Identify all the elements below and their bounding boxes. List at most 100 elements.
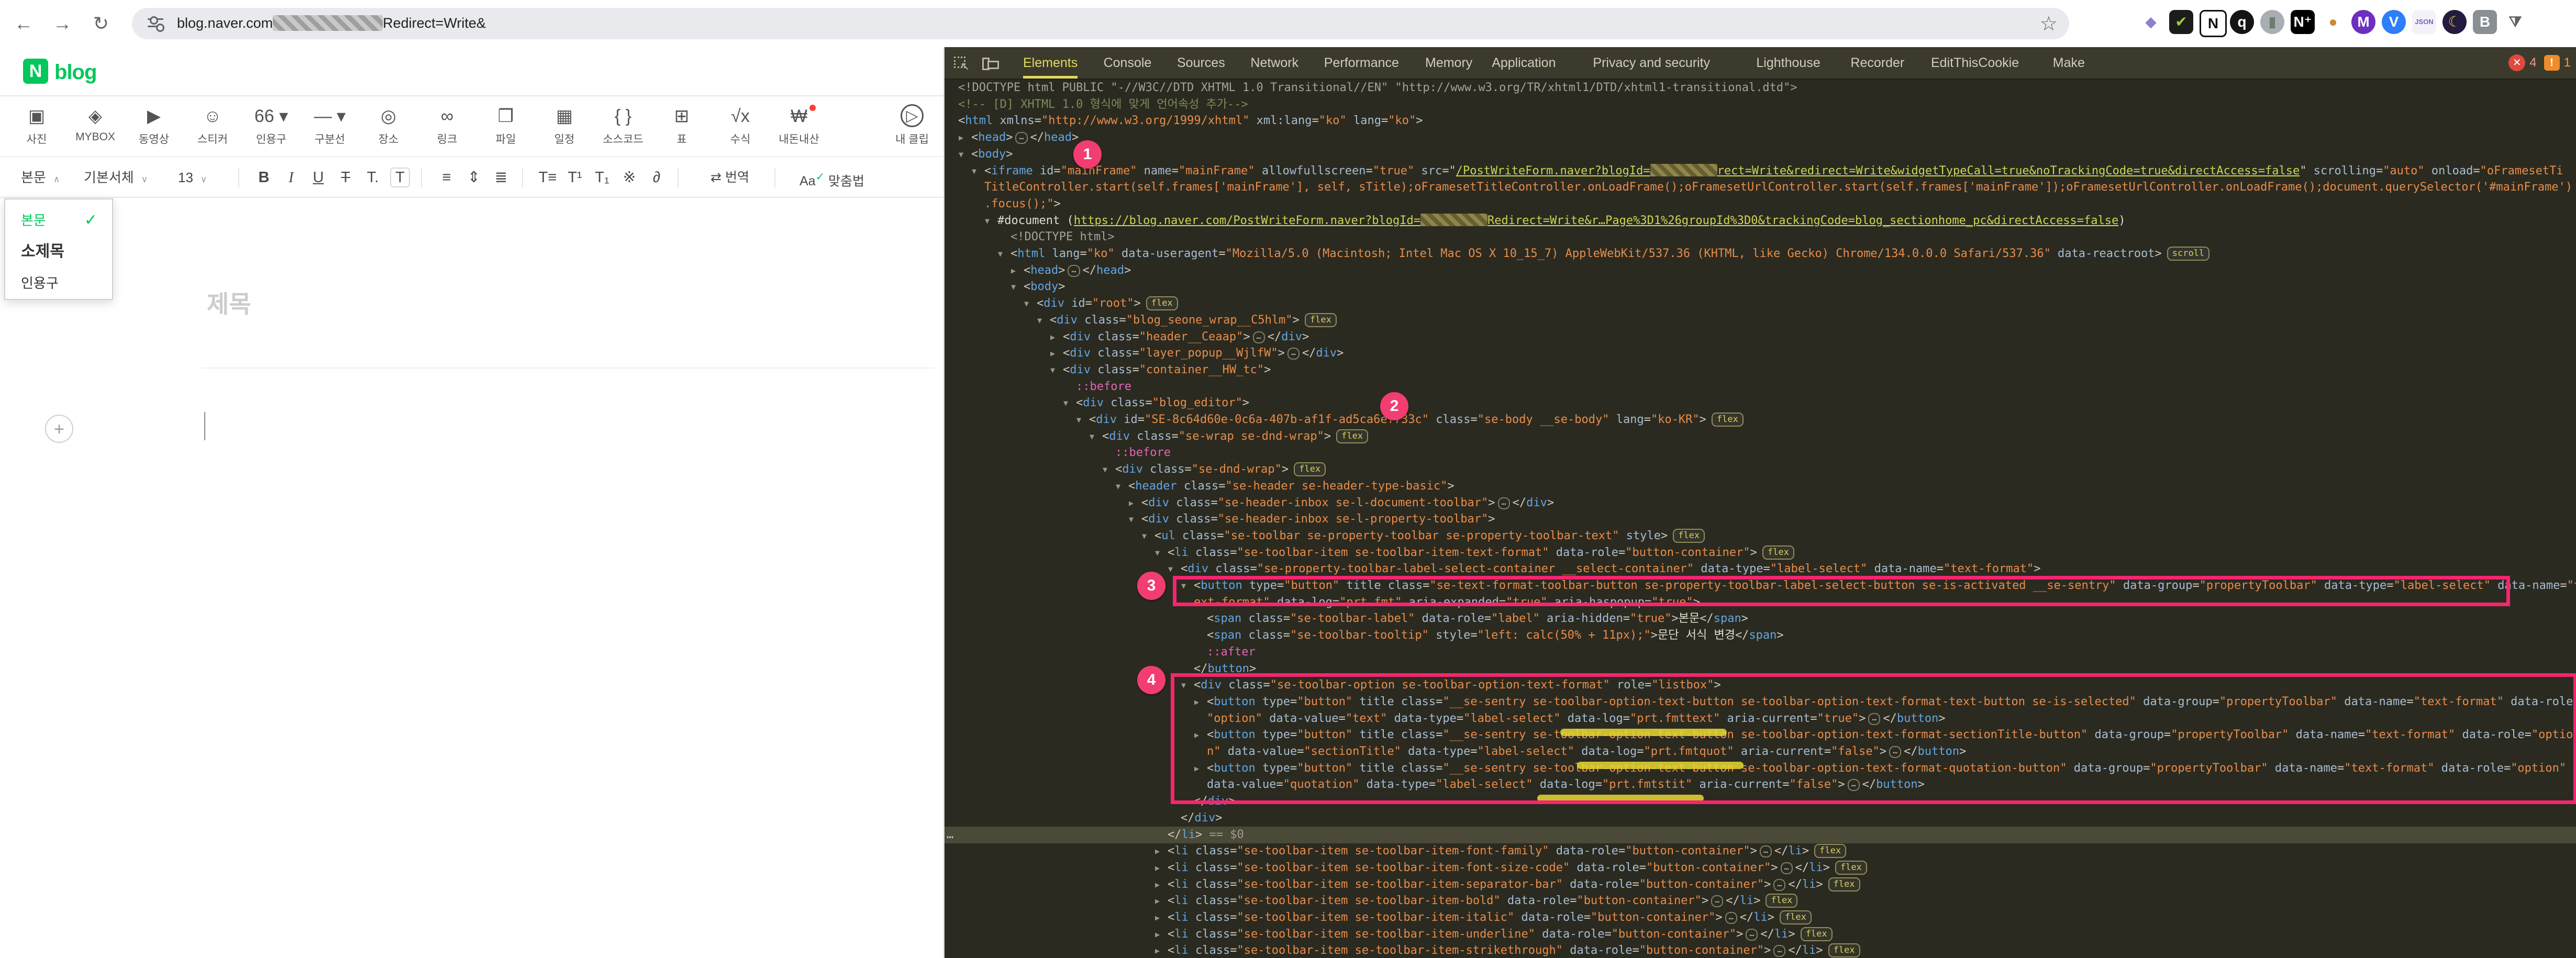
moon-extension-icon[interactable]: ☾ (2442, 10, 2467, 34)
expand-closed-icon[interactable]: ▶ (1155, 942, 1160, 958)
dom-node-line[interactable]: ▼ <body> (945, 146, 2576, 163)
format-option-1[interactable]: 본문 ✓ (5, 206, 112, 235)
dom-node-line[interactable]: ▶ <div class="header__Ceaap">… </div> (945, 329, 2576, 346)
scroll-badge[interactable]: scroll (2167, 247, 2210, 261)
expand-closed-icon[interactable]: ▶ (1011, 262, 1016, 279)
dom-node-line[interactable]: ▶ <div class="layer_popup__WjlfW">… </div> (945, 345, 2576, 362)
collapsed-content-icon[interactable]: … (1497, 497, 1510, 509)
expand-open-icon[interactable]: ▼ (1181, 577, 1186, 594)
toolbar-item-link[interactable]: ∞ 링크 (420, 103, 474, 147)
expand-open-icon[interactable]: ▼ (1116, 478, 1120, 495)
dom-node-line[interactable]: ▼ #document (https://blog.naver.com/PostW… (945, 213, 2576, 229)
font-bgcolor-button[interactable]: T (387, 157, 413, 198)
list-button[interactable]: ≣ (488, 157, 514, 198)
flex-badge[interactable]: flex (1766, 894, 1798, 908)
dom-node-line[interactable]: ▼ <div class="container__HW_tc"> (945, 362, 2576, 378)
expand-closed-icon[interactable]: ▶ (1129, 495, 1134, 511)
collapsed-content-icon[interactable]: … (1889, 746, 1902, 758)
dom-node-line[interactable]: ▶ <head>… </head> (945, 129, 2576, 146)
toolbar-item-mybox[interactable]: ◈ MYBOX (68, 103, 123, 143)
dom-node-line[interactable]: ▶ <head>… </head> (945, 262, 2576, 279)
devtools-tab-privacy-and-security[interactable]: Privacy and security (1593, 47, 1710, 79)
green-check-extension-icon[interactable]: ✔ (2169, 10, 2193, 34)
dom-node-line[interactable]: ▼ <html lang="ko" data-useragent="Mozilla… (945, 246, 2576, 262)
puzzle-extensions-icon[interactable]: ⧩ (2503, 10, 2527, 34)
dom-node-line[interactable]: TitleController.start(self.frames['mainF… (945, 179, 2576, 196)
issues-badge-icon[interactable]: ! (2544, 55, 2560, 71)
toolbar-item-quote[interactable]: 66 ▾ 인용구 (244, 103, 298, 147)
flex-badge[interactable]: flex (1828, 943, 1860, 958)
flex-badge[interactable]: flex (1835, 860, 1867, 875)
expand-closed-icon[interactable]: ▶ (959, 129, 963, 146)
expand-closed-icon[interactable]: ▶ (1155, 876, 1160, 893)
italic-button[interactable]: I (279, 157, 304, 198)
dom-node-line[interactable]: data-value="quotation" data-type="label-… (945, 776, 2576, 793)
dom-node-line[interactable]: </div> (945, 793, 2576, 810)
add-component-button[interactable]: + (45, 415, 73, 443)
collapsed-content-icon[interactable]: … (1780, 862, 1793, 874)
blog-logo-text[interactable]: blog (54, 61, 97, 84)
expand-open-icon[interactable]: ▼ (1024, 295, 1029, 312)
expand-closed-icon[interactable]: ▶ (1050, 345, 1055, 362)
dom-node-line[interactable]: "option" data-value="text" data-type="la… (945, 710, 2576, 727)
toolbar-item-formula[interactable]: √x 수식 (713, 103, 768, 147)
back-icon[interactable]: ← (9, 9, 38, 38)
dom-node-line[interactable]: <html xmlns="http://www.w3.org/1999/xhtm… (945, 113, 2576, 129)
devtools-tab-elements[interactable]: Elements (1023, 47, 1078, 79)
dom-node-line[interactable]: ▶ <li class="se-toolbar-item se-toolbar-i… (945, 926, 2576, 943)
flex-badge[interactable]: flex (1779, 910, 1812, 924)
paragraph-format-select[interactable]: 본문 ∧ (21, 157, 60, 198)
align-button[interactable]: ≡ (434, 157, 459, 198)
reload-icon[interactable]: ↻ (87, 9, 115, 38)
dom-node-line[interactable]: ▼ <div class="se-property-toolbar-label-s… (945, 561, 2576, 577)
font-color-button[interactable]: T. (360, 157, 385, 198)
toolbar-item-mypay[interactable]: ₩ 내돈내산 (772, 103, 826, 147)
dom-node-line[interactable]: ▼ <header class="se-header se-header-type… (945, 478, 2576, 495)
flex-badge[interactable]: flex (1336, 429, 1369, 443)
dom-node-line[interactable]: ▶ <button type="button" title class="__se… (945, 760, 2576, 777)
dom-node-line[interactable]: ▼ <div class="se-dnd-wrap"> flex (945, 461, 2576, 478)
collapsed-content-icon[interactable]: … (1868, 712, 1881, 725)
mouse-extension-icon[interactable]: ▮ (2260, 10, 2284, 34)
dom-node-line[interactable]: n" data-value="sectionTitle" data-type="… (945, 743, 2576, 760)
dom-node-line[interactable]: ::before (945, 444, 2576, 461)
expand-closed-icon[interactable]: ▶ (1194, 727, 1199, 743)
devtools-tab-editthiscookie[interactable]: EditThisCookie (1931, 47, 2019, 79)
collapsed-content-icon[interactable]: … (1068, 264, 1080, 277)
expand-open-icon[interactable]: ▼ (1103, 461, 1107, 478)
toolbar-item-file[interactable]: ❒ 파일 (479, 103, 533, 147)
collapsed-content-icon[interactable]: … (1725, 912, 1737, 924)
collapsed-content-icon[interactable]: … (1759, 845, 1772, 858)
cookie-extension-icon[interactable]: ● (2321, 10, 2345, 34)
expand-closed-icon[interactable]: ▶ (1155, 843, 1160, 860)
translate-button[interactable]: ⇄ 번역 (696, 157, 764, 198)
dom-node-line[interactable]: </button> (945, 661, 2576, 677)
expand-open-icon[interactable]: ▼ (985, 213, 990, 229)
expand-closed-icon[interactable]: ▶ (1050, 329, 1055, 346)
toolbar-item-photo[interactable]: ▣ 사진 (9, 103, 64, 147)
spellcheck-button[interactable]: Aa✓ 맞춤법 (787, 157, 876, 198)
q-extension-icon[interactable]: q (2230, 10, 2254, 34)
dom-node-line[interactable]: ▶ <li class="se-toolbar-item se-toolbar-i… (945, 876, 2576, 893)
site-settings-icon[interactable] (148, 15, 164, 32)
dom-node-line[interactable]: ▶ <li class="se-toolbar-item se-toolbar-i… (945, 909, 2576, 926)
flex-badge[interactable]: flex (1800, 927, 1833, 941)
flex-badge[interactable]: flex (1828, 877, 1860, 892)
flex-badge[interactable]: flex (1304, 313, 1337, 327)
dom-node-line[interactable]: ::before (945, 378, 2576, 395)
devtools-tab-console[interactable]: Console (1104, 47, 1152, 79)
font-size-select[interactable]: 13 ∨ (178, 157, 207, 198)
expand-closed-icon[interactable]: ▶ (1155, 909, 1160, 926)
devtools-tab-recorder[interactable]: Recorder (1850, 47, 1904, 79)
devtools-tab-performance[interactable]: Performance (1324, 47, 1399, 79)
dom-node-line[interactable]: ::after (945, 644, 2576, 661)
dom-node-line[interactable]: <!DOCTYPE html PUBLIC "-//W3C//DTD XHTML… (945, 80, 2576, 96)
dom-node-line[interactable]: ▼ <div class="se-header-inbox se-l-proper… (945, 511, 2576, 528)
toolbar-item-my-clip[interactable]: ▷ 내 클립 (885, 103, 939, 147)
flex-badge[interactable]: flex (1814, 844, 1847, 859)
underline-button[interactable]: U (306, 157, 331, 198)
devtools-tab-lighthouse[interactable]: Lighthouse (1756, 47, 1820, 79)
expand-open-icon[interactable]: ▼ (1168, 561, 1173, 577)
collapsed-content-icon[interactable]: … (1711, 895, 1724, 908)
expand-open-icon[interactable]: ▼ (1142, 528, 1147, 544)
